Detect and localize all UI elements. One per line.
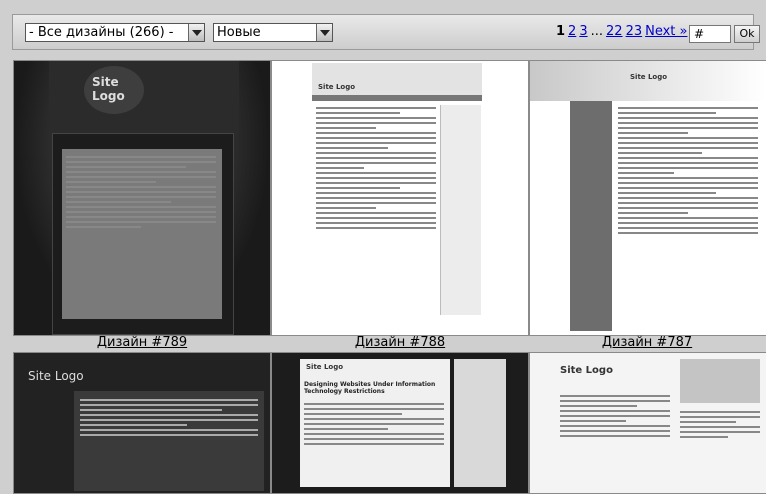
post-heading: Designing Websites Under Information Tec… (304, 381, 436, 395)
design-caption[interactable]: Дизайн #787 (529, 335, 765, 350)
design-thumbnail[interactable]: Site Logo (529, 352, 766, 494)
page-next-link[interactable]: Next » (645, 24, 687, 39)
site-logo-text: Site Logo (630, 73, 668, 81)
site-logo-text: Site Logo (306, 363, 344, 371)
chevron-down-icon[interactable] (188, 24, 204, 41)
designs-grid: Site Logo Дизайн #789 Site Logo Дизайн #… (13, 60, 766, 494)
site-logo-text: Site Logo (92, 75, 125, 103)
design-thumbnail[interactable]: Site Logo (13, 352, 271, 494)
designs-select-value: - Все дизайны (266) - (29, 25, 174, 40)
design-caption[interactable]: Дизайн #788 (271, 335, 529, 350)
page-current: 1 (556, 24, 566, 39)
designs-select[interactable]: - Все дизайны (266) - (25, 23, 205, 42)
design-thumbnail[interactable]: Site Logo (271, 60, 529, 336)
page-link-3[interactable]: 3 (579, 24, 587, 39)
sort-select-value: Новые (217, 25, 261, 40)
site-logo-text: Site Logo (318, 83, 356, 91)
page-link-2[interactable]: 2 (568, 24, 576, 39)
site-logo-text: Site Logo (560, 365, 613, 376)
page-ellipsis: ... (590, 24, 604, 39)
site-logo-text: Site Logo (28, 369, 84, 383)
page-number-input[interactable] (689, 25, 731, 43)
sort-select[interactable]: Новые (213, 23, 333, 42)
page-link-23[interactable]: 23 (626, 24, 643, 39)
chevron-down-icon[interactable] (316, 24, 332, 41)
design-thumbnail[interactable]: Site Logo (529, 60, 766, 336)
design-thumbnail[interactable]: Site Logo Designing Websites Under Infor… (271, 352, 529, 494)
design-caption[interactable]: Дизайн #789 (13, 335, 271, 350)
design-thumbnail[interactable]: Site Logo (13, 60, 271, 336)
filter-toolbar: - Все дизайны (266) - Новые 1 2 3... 22 23 Ne… (12, 14, 760, 50)
ok-button[interactable]: Ok (734, 25, 760, 43)
pagination: 1 2 3... 22 23 Next » (556, 24, 690, 39)
page-link-22[interactable]: 22 (606, 24, 623, 39)
